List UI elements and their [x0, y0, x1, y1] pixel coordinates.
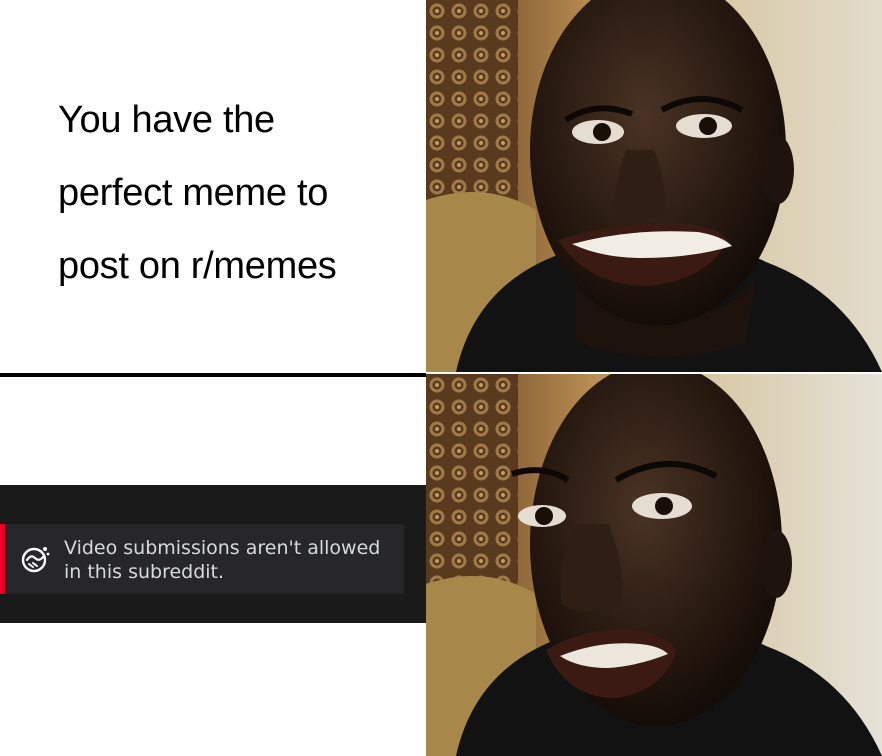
caption-line-2: perfect meme to: [58, 172, 329, 214]
toast-message-line-1: Video submissions aren't allowed: [64, 537, 381, 559]
top-left-caption-panel: You have the perfect meme to post on r/m…: [0, 0, 426, 374]
bottom-left-toast-panel: Video submissions aren't allowed in this…: [0, 377, 426, 756]
meme-caption: You have the perfect meme to post on r/m…: [58, 84, 418, 303]
left-pupil: [535, 507, 553, 525]
toast-accent-bar: [0, 524, 5, 594]
reddit-toast-strip: Video submissions aren't allowed in this…: [0, 485, 426, 623]
left-pupil: [593, 123, 611, 141]
man-disappointed-photo: [426, 374, 882, 756]
caption-line-3: post on r/memes: [58, 245, 337, 287]
toast-message-line-2: in this subreddit.: [64, 561, 225, 583]
man-disappointed-illustration: [426, 374, 882, 756]
ear: [760, 530, 792, 598]
error-toast: Video submissions aren't allowed in this…: [0, 524, 404, 594]
man-smiling-photo: [426, 0, 882, 372]
man-smiling-illustration: [426, 0, 882, 372]
right-pupil: [655, 497, 673, 515]
caption-line-1: You have the: [58, 99, 275, 141]
right-pupil: [699, 117, 717, 135]
ear: [762, 136, 794, 204]
broken-heart-handshake-icon: [21, 547, 50, 573]
toast-message: Video submissions aren't allowed in this…: [64, 536, 394, 584]
